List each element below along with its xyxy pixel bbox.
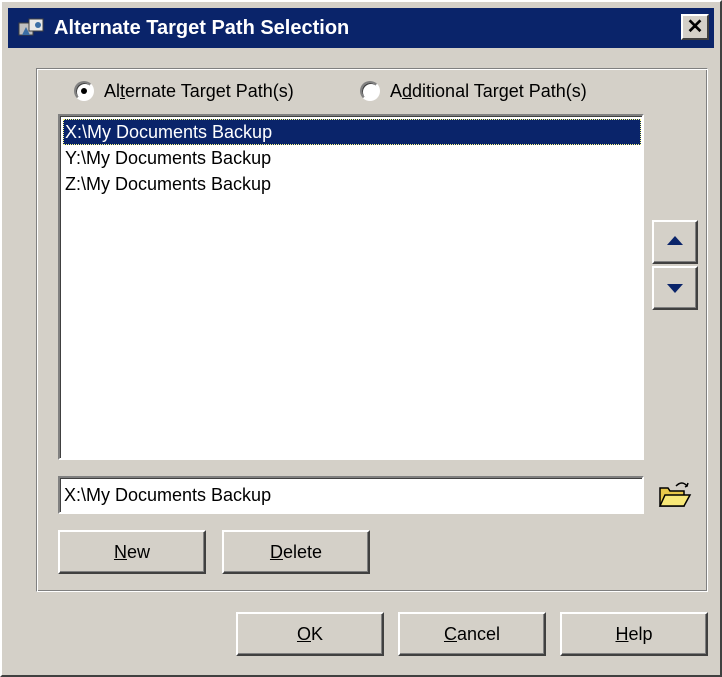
delete-button[interactable]: Delete [222, 530, 370, 574]
title-bar: Alternate Target Path Selection ✕ [8, 8, 714, 48]
arrow-up-icon [667, 236, 683, 245]
browse-button[interactable] [654, 478, 692, 512]
cancel-button[interactable]: Cancel [398, 612, 546, 656]
radio-dot-checked [74, 81, 94, 101]
alternate-target-label: Alternate Target Path(s) [104, 81, 294, 101]
new-button[interactable]: New [58, 530, 206, 574]
open-folder-icon [658, 482, 692, 507]
app-icon [18, 18, 44, 36]
close-button[interactable]: ✕ [681, 14, 709, 40]
list-item[interactable]: Z:\My Documents Backup [63, 171, 641, 197]
dialog-window: Alternate Target Path Selection ✕ Altern… [0, 0, 722, 677]
window-title: Alternate Target Path Selection [54, 17, 350, 39]
close-icon: ✕ [686, 16, 704, 38]
move-up-button[interactable] [652, 220, 698, 264]
list-item[interactable]: Y:\My Documents Backup [63, 145, 641, 171]
list-item[interactable]: X:\My Documents Backup [63, 119, 641, 145]
help-button[interactable]: Help [560, 612, 708, 656]
radio-dot-unchecked [360, 81, 380, 101]
move-down-button[interactable] [652, 266, 698, 310]
target-path-input[interactable]: X:\My Documents Backup [58, 476, 644, 514]
arrow-down-icon [667, 284, 683, 293]
target-path-list[interactable]: X:\My Documents Backup Y:\My Documents B… [58, 114, 644, 460]
additional-target-label: Additional Target Path(s) [390, 81, 587, 101]
ok-button[interactable]: OK [236, 612, 384, 656]
